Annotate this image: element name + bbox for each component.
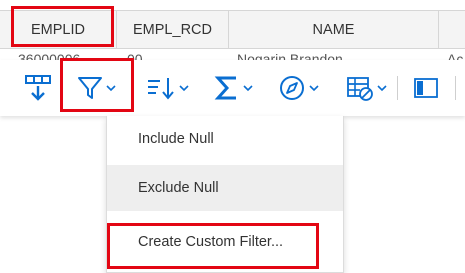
toolbar-separator [397,76,398,100]
filter-icon [78,77,102,99]
chevron-down-icon [106,85,116,92]
toolbar-separator [455,76,456,100]
sort-button[interactable] [146,68,189,108]
navigate-button[interactable] [278,68,319,108]
sum-icon [214,76,236,100]
chevron-down-icon [309,85,319,92]
sort-icon [148,78,174,100]
sum-button[interactable] [214,68,253,108]
panel-toggle-button[interactable] [412,68,440,108]
grid-toolbar [0,60,465,116]
menu-item-create-custom-filter[interactable]: Create Custom Filter... [107,219,343,265]
menu-item-exclude-null[interactable]: Exclude Null [107,165,343,211]
filter-dropdown-menu: Include Null Exclude Null Create Custom … [106,116,344,273]
column-header-empl-rcd[interactable]: EMPL_RCD [117,11,229,48]
chevron-down-icon [243,85,253,92]
compass-icon [280,76,304,100]
menu-item-include-null[interactable]: Include Null [107,116,343,162]
column-header-next[interactable] [439,11,465,48]
chevron-down-icon [179,85,189,92]
filter-button[interactable] [77,68,116,108]
panel-toggle-icon [414,78,438,98]
column-header-name[interactable]: NAME [229,11,439,48]
table-settings-button[interactable] [346,68,387,108]
insert-row-button[interactable] [24,68,52,108]
column-header-emplid[interactable]: EMPLID [0,11,117,48]
table-settings-icon [347,77,373,101]
insert-row-icon [25,75,51,101]
chevron-down-icon [377,85,387,92]
table-header: EMPLID EMPL_RCD NAME [0,10,465,49]
